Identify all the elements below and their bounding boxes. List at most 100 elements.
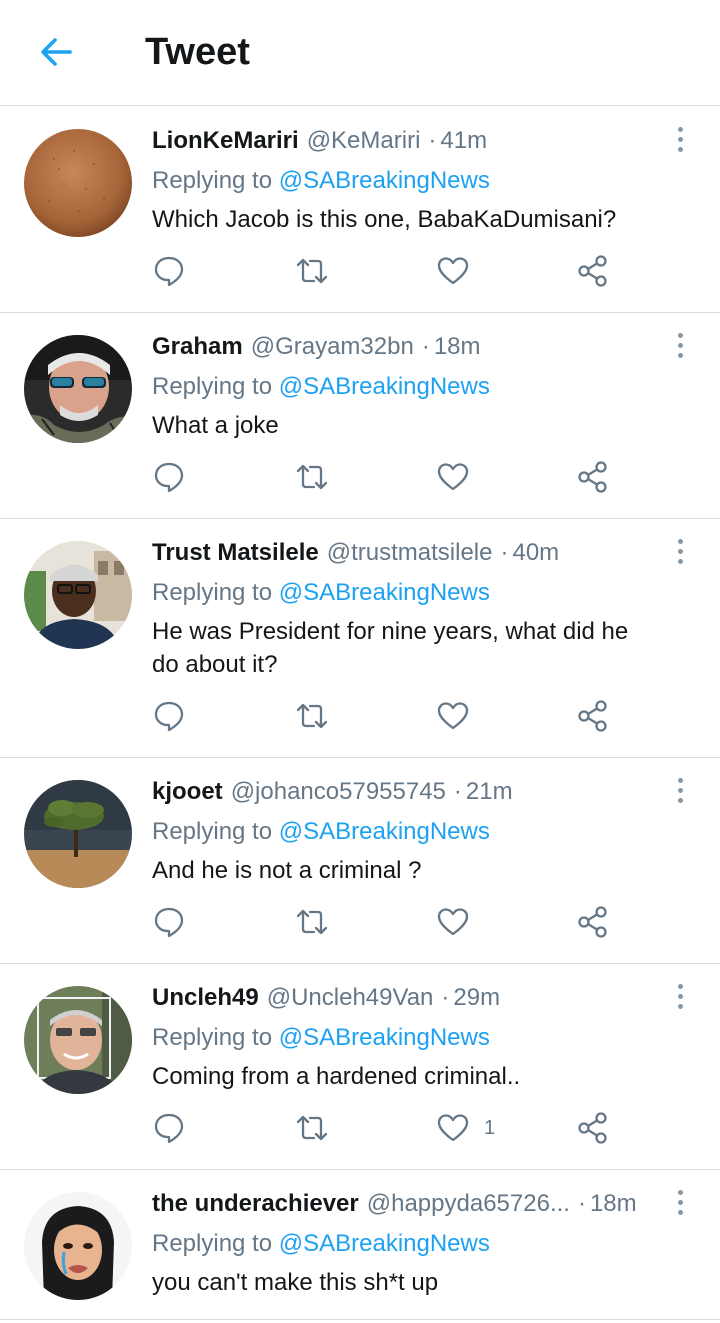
display-name[interactable]: Graham	[152, 331, 243, 363]
replying-to: Replying to @SABreakingNews	[152, 371, 660, 403]
replying-to: Replying to @SABreakingNews	[152, 816, 660, 848]
retweet-button[interactable]	[294, 457, 330, 497]
avatar[interactable]	[24, 986, 132, 1094]
tweet-item[interactable]: kjooet @johanco57955745 · 21m Replying t…	[0, 758, 720, 964]
display-name[interactable]: Trust Matsilele	[152, 537, 319, 569]
user-handle[interactable]: @KeMariri	[307, 125, 421, 157]
display-name[interactable]: LionKeMariri	[152, 125, 299, 157]
separator-dot: ·	[441, 984, 450, 1011]
share-button[interactable]	[576, 696, 610, 736]
replying-to-link[interactable]: @SABreakingNews	[279, 579, 490, 606]
replying-to-link[interactable]: @SABreakingNews	[279, 167, 490, 194]
share-button[interactable]	[576, 251, 610, 291]
retweet-button[interactable]	[294, 696, 330, 736]
reply-icon	[154, 462, 184, 493]
back-button[interactable]	[32, 30, 80, 74]
more-options-button[interactable]	[668, 327, 692, 363]
more-options-button[interactable]	[668, 1184, 692, 1220]
replying-to: Replying to @SABreakingNews	[152, 1022, 660, 1054]
timestamp: 18m	[433, 333, 481, 360]
retweet-button[interactable]	[294, 251, 330, 291]
share-icon	[578, 255, 607, 287]
tweet-text: What a joke	[152, 412, 279, 439]
reply-icon	[154, 907, 184, 938]
tweet-item[interactable]: LionKeMariri @KeMariri · 41m Replying to…	[0, 107, 720, 313]
avatar[interactable]	[24, 1192, 132, 1300]
user-handle[interactable]: @johanco57955745	[231, 776, 446, 808]
share-button[interactable]	[576, 1108, 610, 1148]
reply-icon	[154, 701, 184, 732]
share-icon	[578, 906, 607, 938]
more-options-button[interactable]	[668, 978, 692, 1014]
more-options-button[interactable]	[668, 772, 692, 808]
timestamp: 21m	[465, 778, 513, 805]
tweet-header: Uncleh49 @Uncleh49Van · 29m	[152, 982, 660, 1014]
reply-button[interactable]	[152, 251, 186, 291]
display-name[interactable]: kjooet	[152, 776, 223, 808]
tweet-text: Which Jacob is this one, BabaKaDumisani?	[152, 206, 617, 233]
retweet-icon	[296, 258, 328, 284]
replying-to-link[interactable]: @SABreakingNews	[279, 373, 490, 400]
like-button[interactable]	[436, 251, 484, 291]
tweet-text: you can't make this sh*t up	[152, 1269, 439, 1296]
more-options-button[interactable]	[668, 121, 692, 157]
replying-to-label: Replying to	[152, 818, 273, 845]
like-button[interactable]	[436, 696, 484, 736]
tweet-actions	[152, 251, 622, 291]
arrow-left-icon	[41, 38, 72, 66]
replying-to: Replying to @SABreakingNews	[152, 165, 660, 197]
user-handle[interactable]: @trustmatsilele	[327, 537, 493, 569]
reply-button[interactable]	[152, 457, 186, 497]
avatar[interactable]	[24, 335, 132, 443]
separator-dot: ·	[428, 127, 437, 154]
separator-dot: ·	[453, 778, 462, 805]
share-button[interactable]	[576, 457, 610, 497]
tweet-item[interactable]: Trust Matsilele @trustmatsilele · 40m Re…	[0, 519, 720, 758]
display-name[interactable]: the underachiever	[152, 1188, 359, 1220]
timestamp: 29m	[453, 984, 501, 1011]
replying-to-label: Replying to	[152, 579, 273, 606]
retweet-button[interactable]	[294, 1108, 330, 1148]
reply-button[interactable]	[152, 1108, 186, 1148]
replying-to: Replying to @SABreakingNews	[152, 1228, 660, 1260]
tweet-item[interactable]: Uncleh49 @Uncleh49Van · 29m Replying to …	[0, 964, 720, 1170]
user-handle[interactable]: @Grayam32bn	[251, 331, 414, 363]
reply-icon	[154, 1113, 184, 1144]
replying-to-link[interactable]: @SABreakingNews	[279, 818, 490, 845]
like-button[interactable]	[436, 457, 484, 497]
like-button[interactable]: 1	[436, 1108, 495, 1148]
tweet-header: Graham @Grayam32bn · 18m	[152, 331, 660, 363]
avatar[interactable]	[24, 129, 132, 237]
retweet-icon	[296, 703, 328, 729]
tweet-actions	[152, 457, 622, 497]
replying-to-link[interactable]: @SABreakingNews	[279, 1024, 490, 1051]
avatar[interactable]	[24, 780, 132, 888]
reply-button[interactable]	[152, 902, 186, 942]
tweet-item[interactable]: Graham @Grayam32bn · 18m Replying to @SA…	[0, 313, 720, 519]
more-options-button[interactable]	[668, 533, 692, 569]
tweet-item[interactable]: the underachiever @happyda65726... · 18m…	[0, 1170, 720, 1320]
share-icon	[578, 700, 607, 732]
tweet-actions: 1	[152, 1108, 622, 1148]
retweet-button[interactable]	[294, 902, 330, 942]
replying-to-link[interactable]: @SABreakingNews	[279, 1230, 490, 1257]
share-button[interactable]	[576, 902, 610, 942]
reply-button[interactable]	[152, 696, 186, 736]
replying-to-label: Replying to	[152, 1230, 273, 1257]
user-handle[interactable]: @Uncleh49Van	[267, 982, 434, 1014]
heart-icon	[437, 1114, 469, 1142]
page-title: Tweet	[145, 31, 250, 73]
tweet-header: LionKeMariri @KeMariri · 41m	[152, 125, 660, 157]
avatar[interactable]	[24, 541, 132, 649]
tweet-actions	[152, 902, 622, 942]
timestamp: 18m	[589, 1190, 637, 1217]
tweet-header: the underachiever @happyda65726... · 18m	[152, 1188, 660, 1220]
share-icon	[578, 461, 607, 493]
display-name[interactable]: Uncleh49	[152, 982, 259, 1014]
heart-icon	[437, 702, 469, 730]
tweet-text: And he is not a criminal ?	[152, 857, 422, 884]
retweet-icon	[296, 909, 328, 935]
user-handle[interactable]: @happyda65726...	[367, 1188, 570, 1220]
share-icon	[578, 1112, 607, 1144]
like-button[interactable]	[436, 902, 484, 942]
